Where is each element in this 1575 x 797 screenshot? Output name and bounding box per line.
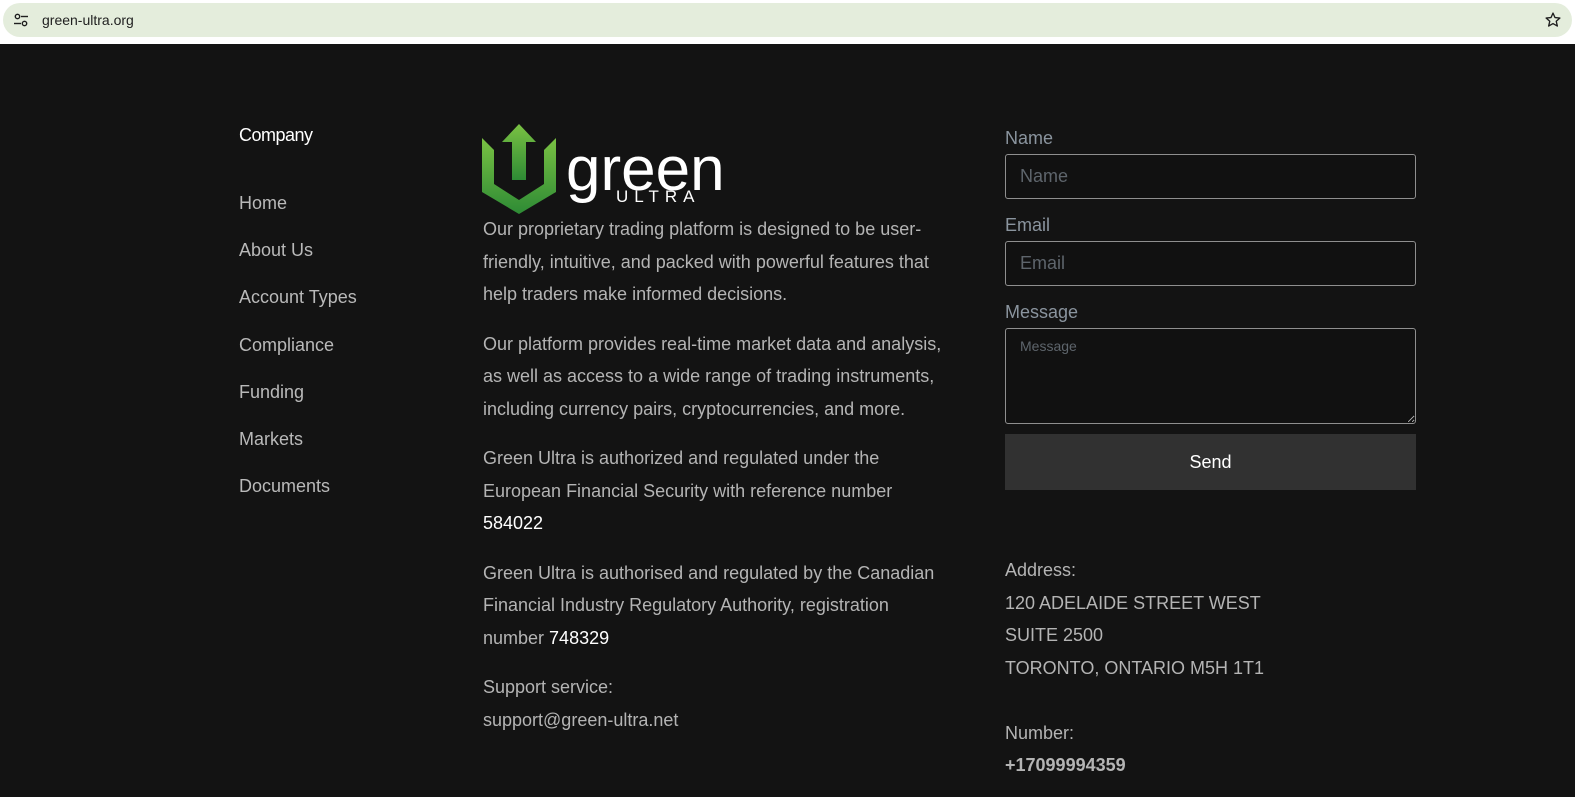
- about-paragraph-2: Our platform provides real-time market d…: [483, 333, 942, 419]
- support-block: Support service: support@green-ultra.net: [483, 671, 943, 736]
- star-icon[interactable]: [1544, 11, 1562, 29]
- nav-item-home[interactable]: Home: [239, 191, 357, 238]
- name-label: Name: [1005, 128, 1054, 148]
- number-label: Number:: [1005, 722, 1075, 743]
- regulation-eu-text: Green Ultra is authorized and regulated …: [483, 448, 893, 501]
- nav-item-markets[interactable]: Markets: [239, 427, 357, 474]
- contact-form: Name Email Message Send: [1005, 124, 1416, 490]
- green-ultra-logo[interactable]: green ULTRA: [482, 124, 762, 216]
- address-line-2: SUITE 2500: [1005, 625, 1104, 645]
- browser-toolbar: green-ultra.org: [0, 0, 1575, 44]
- nav-item-compliance[interactable]: Compliance: [239, 333, 357, 380]
- reference-number: 584022: [483, 513, 544, 533]
- regulation-eu: Green Ultra is authorized and regulated …: [483, 442, 943, 540]
- address-line-1: 120 ADELAIDE STREET WEST: [1005, 592, 1261, 613]
- message-label: Message: [1005, 302, 1079, 322]
- nav-item-funding[interactable]: Funding: [239, 380, 357, 427]
- address-line-3: TORONTO, ONTARIO M5H 1T1: [1005, 657, 1265, 678]
- registration-number: 748329: [549, 627, 610, 648]
- logo-sub: ULTRA: [616, 187, 700, 206]
- message-textarea[interactable]: [1005, 328, 1416, 424]
- address-label: Address:: [1005, 560, 1077, 580]
- site-footer: Company Home About Us Account Types Comp…: [0, 44, 1575, 797]
- name-input[interactable]: [1005, 154, 1416, 199]
- email-input[interactable]: [1005, 241, 1416, 286]
- about-column: Our proprietary trading platform is desi…: [483, 213, 943, 753]
- nav-item-about-us[interactable]: About Us: [239, 238, 357, 285]
- regulation-ca: Green Ultra is authorised and regulated …: [483, 557, 943, 655]
- tune-icon[interactable]: [13, 12, 29, 28]
- address-bar[interactable]: green-ultra.org: [3, 3, 1572, 37]
- nav-item-account-types[interactable]: Account Types: [239, 285, 357, 332]
- contact-info: Address: 120 ADELAIDE STREET WEST SUITE …: [1005, 554, 1425, 782]
- company-heading: Company: [239, 125, 313, 145]
- phone-number-link[interactable]: +17099994359: [1005, 749, 1425, 782]
- support-label: Support service:: [483, 677, 614, 697]
- url-text[interactable]: green-ultra.org: [42, 12, 134, 28]
- support-email-link[interactable]: support@green-ultra.net: [483, 704, 943, 737]
- company-nav: Home About Us Account Types Compliance F…: [239, 191, 357, 521]
- email-label: Email: [1005, 215, 1051, 235]
- about-paragraph-1: Our proprietary trading platform is desi…: [483, 219, 929, 304]
- send-button[interactable]: Send: [1005, 434, 1416, 490]
- nav-item-documents[interactable]: Documents: [239, 474, 357, 521]
